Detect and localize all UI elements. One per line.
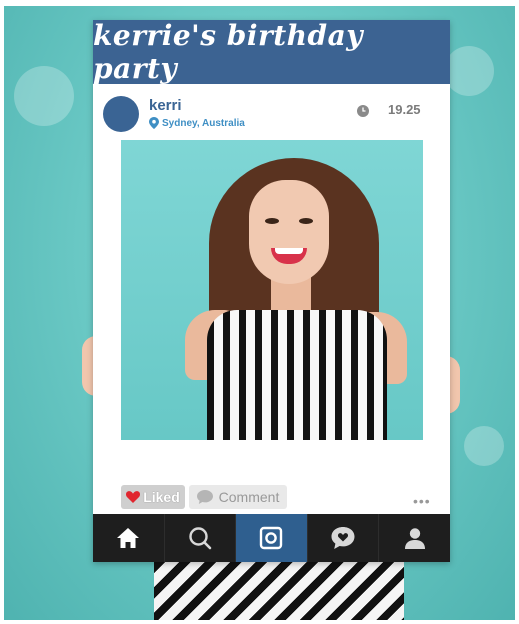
banner-title: kerrie's birthday party (93, 19, 364, 85)
search-icon (189, 527, 212, 550)
smiling-face (249, 180, 329, 284)
post-username[interactable]: kerri (149, 97, 182, 114)
comment-button[interactable]: Comment (189, 485, 287, 509)
profile-icon (404, 528, 425, 549)
tab-profile[interactable] (379, 514, 450, 562)
comment-bubble-icon (196, 490, 213, 504)
camera-icon (260, 526, 283, 550)
bokeh-light (464, 426, 504, 466)
eye (299, 218, 313, 224)
tab-home[interactable] (93, 514, 165, 562)
bottom-tab-bar (93, 514, 450, 562)
teeth (275, 248, 303, 254)
party-banner: kerrie's birthday party (93, 19, 450, 85)
smile (271, 248, 307, 264)
liked-button[interactable]: Liked (121, 485, 185, 509)
post-photo (121, 140, 423, 440)
location-pin-icon (149, 117, 159, 129)
liked-label: Liked (143, 489, 180, 505)
striped-dress (207, 310, 387, 440)
bokeh-light (14, 66, 74, 126)
post-time: 19.25 (388, 102, 421, 117)
tab-camera[interactable] (236, 514, 308, 562)
activity-heart-icon (331, 527, 355, 549)
eye (265, 218, 279, 224)
more-options-icon[interactable]: ••• (413, 493, 431, 509)
tab-activity[interactable] (308, 514, 380, 562)
home-icon (117, 528, 140, 548)
teal-background-scene: kerrie's birthday party kerri Sydney, Au… (4, 6, 515, 620)
striped-dress-lower (154, 562, 404, 620)
avatar[interactable] (103, 96, 139, 132)
post-location: Sydney, Australia (162, 117, 245, 129)
location-row[interactable]: Sydney, Australia (149, 117, 245, 129)
comment-label: Comment (218, 489, 280, 505)
post-actions: Liked Comment ••• (93, 483, 450, 511)
clock-icon (357, 105, 369, 117)
photo-booth-frame: kerrie's birthday party kerri Sydney, Au… (93, 19, 450, 562)
heart-icon (126, 491, 141, 503)
tab-search[interactable] (165, 514, 237, 562)
bokeh-light (444, 46, 494, 96)
